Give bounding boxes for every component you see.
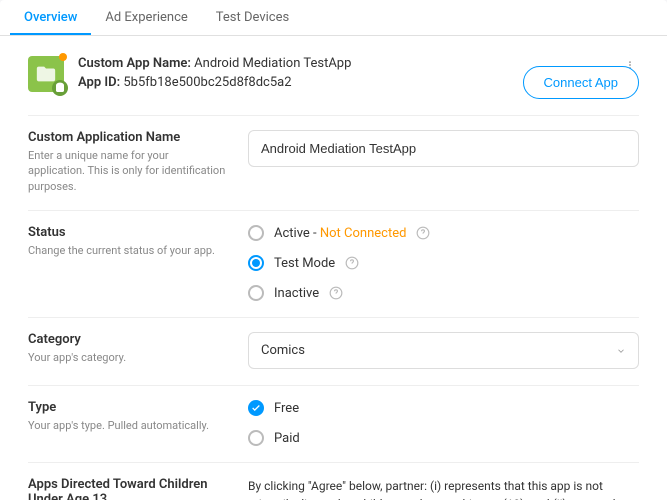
status-title: Status bbox=[28, 225, 228, 240]
type-desc: Your app's type. Pulled automatically. bbox=[28, 418, 228, 433]
custom-name-title: Custom Application Name bbox=[28, 130, 228, 145]
category-select[interactable]: Comics bbox=[248, 332, 639, 369]
android-badge-icon bbox=[52, 80, 68, 96]
category-title: Category bbox=[28, 332, 228, 347]
help-icon[interactable] bbox=[329, 286, 343, 300]
coppa-title: Apps Directed Toward Children Under Age … bbox=[28, 477, 228, 500]
status-dot bbox=[59, 53, 67, 61]
type-radio-paid[interactable] bbox=[248, 430, 264, 446]
connect-app-button[interactable]: Connect App bbox=[523, 66, 639, 99]
help-icon[interactable] bbox=[416, 226, 430, 240]
status-inactive-label: Inactive bbox=[274, 286, 319, 301]
status-radio-inactive[interactable] bbox=[248, 285, 264, 301]
status-test-mode-label: Test Mode bbox=[274, 256, 335, 271]
coppa-body: By clicking "Agree" below, partner: (i) … bbox=[248, 477, 639, 500]
category-desc: Your app's category. bbox=[28, 350, 228, 365]
custom-name-input[interactable] bbox=[248, 130, 639, 167]
type-check-free bbox=[248, 400, 264, 416]
category-value: Comics bbox=[261, 343, 305, 358]
status-radio-active[interactable] bbox=[248, 225, 264, 241]
tab-overview[interactable]: Overview bbox=[10, 0, 91, 35]
status-active-label: Active - Not Connected bbox=[274, 226, 406, 241]
status-desc: Change the current status of your app. bbox=[28, 243, 228, 258]
tab-ad-experience[interactable]: Ad Experience bbox=[91, 0, 201, 35]
tab-test-devices[interactable]: Test Devices bbox=[202, 0, 303, 35]
chevron-down-icon bbox=[616, 346, 626, 356]
app-icon bbox=[28, 56, 64, 92]
status-radio-test-mode[interactable] bbox=[248, 255, 264, 271]
type-paid-label: Paid bbox=[274, 431, 300, 446]
main-tabs: Overview Ad Experience Test Devices bbox=[0, 0, 667, 36]
type-free-label: Free bbox=[274, 401, 299, 416]
custom-name-desc: Enter a unique name for your application… bbox=[28, 148, 228, 194]
check-icon bbox=[251, 403, 261, 413]
help-icon[interactable] bbox=[345, 256, 359, 270]
type-title: Type bbox=[28, 400, 228, 415]
